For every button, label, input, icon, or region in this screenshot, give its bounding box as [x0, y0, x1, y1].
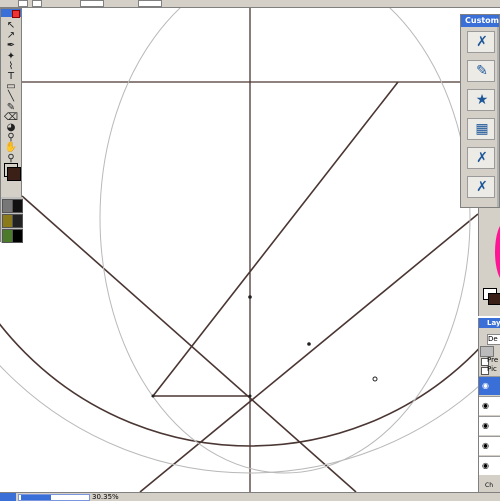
eye-icon[interactable]: ◉ [482, 382, 489, 390]
brush-preset-2-icon: ✎ [476, 63, 488, 79]
toolbox-panel: ↖ ↗ ✒ ✦ ⌇ T ▭ ╲ ✎ ⌫ ◕ ⚲ ✋ ⚲ [0, 8, 23, 243]
layer-row[interactable]: ◉ [479, 416, 500, 435]
background-color-box[interactable] [488, 293, 500, 305]
options-field[interactable] [138, 0, 162, 7]
triangle-shape [151, 81, 399, 397]
custom-panel-title[interactable]: Custom [461, 15, 499, 27]
anchor-point[interactable] [248, 295, 252, 299]
anchor-point[interactable] [151, 394, 155, 398]
color-wheel[interactable] [495, 222, 500, 282]
brush-preset-3-icon: ★ [475, 92, 489, 108]
custom-slot[interactable]: ✗ [467, 147, 495, 169]
color-panel [478, 208, 500, 316]
options-button[interactable] [32, 0, 42, 7]
brush-preset-1-icon: ✗ [476, 34, 488, 50]
drawing-canvas[interactable] [0, 8, 500, 492]
anchor-point[interactable] [307, 342, 311, 346]
anchor-point[interactable] [248, 394, 252, 398]
brush-preset-4-icon: ▦ [475, 121, 489, 137]
preserve-label: Pre [487, 356, 499, 364]
custom-slot[interactable]: ★ [467, 89, 495, 111]
close-icon[interactable] [12, 10, 20, 18]
screen-mode-button[interactable] [12, 214, 23, 228]
layer-row[interactable]: ◉ [479, 396, 500, 415]
center-point-marker[interactable] [372, 376, 378, 382]
color-mode-tray [1, 197, 23, 243]
options-field[interactable] [80, 0, 104, 7]
options-button[interactable] [18, 0, 28, 7]
jump-button[interactable] [12, 229, 23, 243]
eye-icon[interactable]: ◉ [482, 402, 489, 410]
layers-panel-title[interactable]: Layers [479, 318, 500, 328]
custom-slot[interactable]: ▦ [467, 118, 495, 140]
custom-slot[interactable]: ✗ [467, 31, 495, 53]
brush-preset-6-icon: ✗ [476, 179, 488, 195]
panel-splitter[interactable] [497, 27, 499, 207]
custom-slot[interactable]: ✗ [467, 176, 495, 198]
guide-ellipse [99, 8, 471, 474]
gradient-mode-button[interactable] [12, 199, 23, 213]
eye-icon[interactable]: ◉ [482, 422, 489, 430]
layer-row[interactable]: ◉ [479, 376, 500, 395]
layers-panel: Layers De Pre Pic ◉ ◉ ◉ ◉ ◉ Ch [478, 318, 500, 492]
custom-panel: Custom ✗ ✎ ★ ▦ ✗ ✗ [460, 14, 500, 208]
scrollbar-thumb[interactable] [21, 495, 51, 500]
diagonal-line-1 [21, 195, 357, 492]
custom-slot[interactable]: ✎ [467, 60, 495, 82]
pick-label: Pic [487, 365, 497, 373]
layer-row[interactable]: ◉ [479, 436, 500, 455]
layer-blend-dropdown[interactable]: De [487, 334, 500, 345]
layer-row[interactable]: ◉ [479, 456, 500, 475]
options-bar [0, 0, 500, 8]
layers-tab[interactable]: Ch [485, 482, 500, 490]
eye-icon[interactable]: ◉ [482, 462, 489, 470]
brush-preset-5-icon: ✗ [476, 150, 488, 166]
eye-icon[interactable]: ◉ [482, 442, 489, 450]
stroke-color-swatch[interactable] [7, 167, 21, 181]
